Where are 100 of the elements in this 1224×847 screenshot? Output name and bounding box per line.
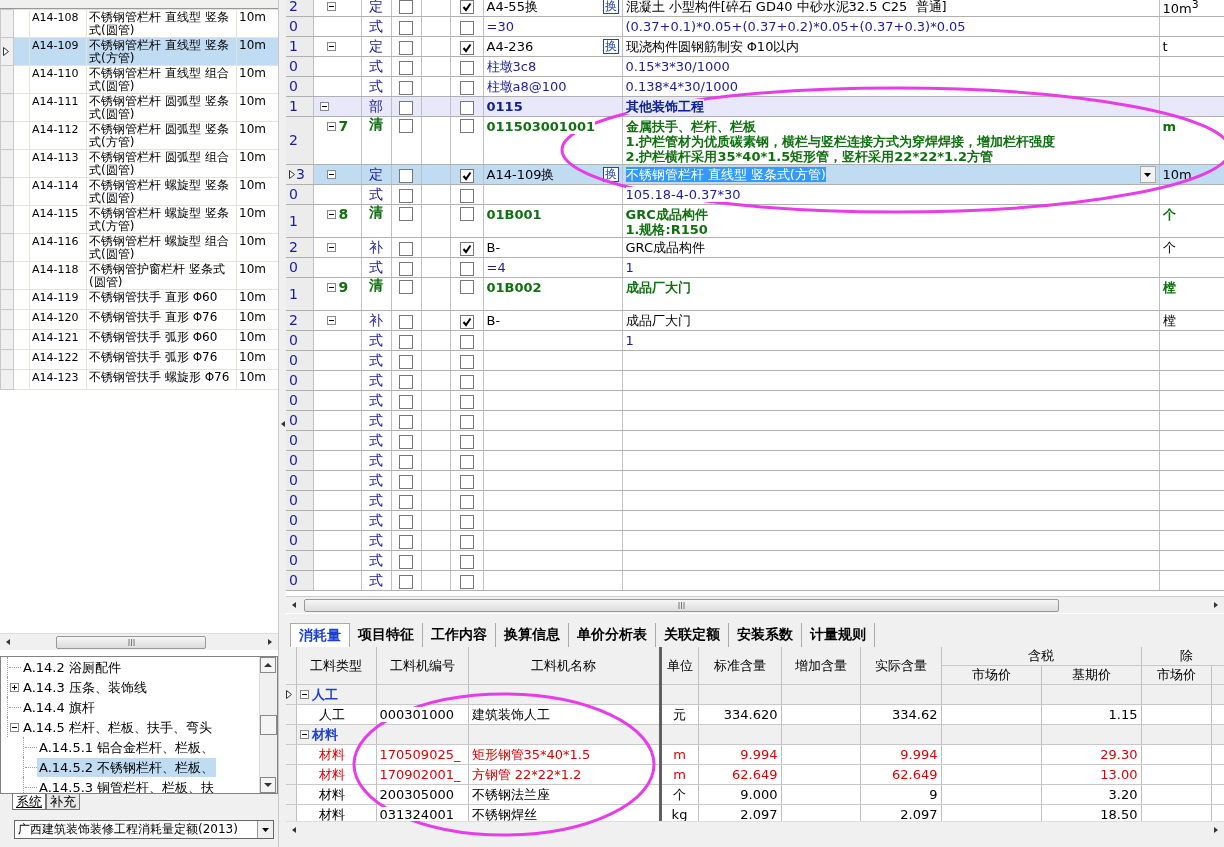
collapse-icon[interactable] <box>326 210 336 220</box>
table-cell[interactable]: m <box>1162 119 1177 135</box>
table-cell[interactable]: A14-120 <box>29 309 87 330</box>
column-header[interactable]: 工料类型 <box>296 647 376 685</box>
table-cell[interactable]: 不锈钢管护窗栏杆 竖条式(圆管) <box>86 261 237 290</box>
checkbox[interactable] <box>459 494 474 509</box>
checkbox[interactable] <box>459 574 474 589</box>
table-cell[interactable]: 混凝土 小型构件[碎石 GD40 中砂水泥32.5 C25 普通] <box>625 0 947 15</box>
table-cell[interactable]: A14-116 <box>29 233 87 262</box>
tree-item[interactable]: A.14.5.1 铝合金栏杆、栏板、 <box>37 737 217 757</box>
checkbox[interactable] <box>459 0 474 15</box>
checkbox[interactable] <box>459 188 474 203</box>
tree-item[interactable]: A.14.5.2 不锈钢栏杆、栏板、 <box>37 757 217 777</box>
conversion-badge[interactable]: 换 <box>602 39 619 55</box>
table-cell[interactable]: 金属扶手、栏杆、栏板 1.护栏管材为优质碳素钢，横栏与竖栏连接方式为穿焊焊接，增加栏杆强度 2.护栏横杆采用35*40*1.5矩形管，竖杆采用22*22*1.2方管 <box>625 119 1056 164</box>
checkbox[interactable] <box>459 80 474 95</box>
row-header[interactable]: 0 <box>286 56 313 77</box>
collapse-icon[interactable] <box>326 316 336 326</box>
table-cell[interactable]: A14-122 <box>29 349 87 370</box>
table-cell[interactable]: 现浇构件圆钢筋制安 Φ10以内 <box>625 39 800 55</box>
horizontal-scrollbar[interactable] <box>286 596 1224 613</box>
tree-item[interactable]: A.14.2 浴厕配件 <box>21 657 123 677</box>
row-header[interactable]: 0 <box>286 450 313 471</box>
checkbox[interactable] <box>399 241 413 256</box>
table-cell[interactable]: A4-55换 <box>486 0 538 15</box>
table-cell[interactable]: A14-109换 <box>486 167 555 183</box>
checkbox[interactable] <box>399 374 413 389</box>
table-cell[interactable]: 不锈钢管栏杆 螺旋型 组合式(圆管) <box>86 233 237 262</box>
table-cell[interactable]: 不锈钢管扶手 弧形 Φ60 <box>86 329 237 350</box>
tab[interactable]: 系统 <box>12 794 46 810</box>
table-cell[interactable]: 樘 <box>1162 313 1176 329</box>
collapse-icon[interactable] <box>326 243 336 253</box>
checkbox[interactable] <box>399 168 413 183</box>
row-header[interactable]: 1 <box>286 36 313 57</box>
row-header[interactable]: 3 <box>286 164 313 185</box>
row-header[interactable]: 0 <box>286 184 313 205</box>
checkbox[interactable] <box>399 454 413 469</box>
checkbox[interactable] <box>399 206 413 221</box>
checkbox[interactable] <box>459 354 474 369</box>
collapse-icon[interactable] <box>299 730 309 739</box>
row-header[interactable]: 1 <box>286 277 313 311</box>
row-header[interactable]: 0 <box>286 76 313 97</box>
library-dropdown[interactable]: 广西建筑装饰装修工程消耗量定额(2013) <box>14 820 274 839</box>
collapse-icon[interactable] <box>326 2 336 12</box>
checkbox[interactable] <box>399 334 413 349</box>
table-cell[interactable]: A14-115 <box>29 205 87 234</box>
table-cell[interactable]: 樘 <box>1162 280 1176 296</box>
horizontal-scrollbar[interactable] <box>0 633 278 650</box>
table-cell[interactable]: t <box>1162 39 1168 55</box>
scrollbar-thumb[interactable] <box>304 598 1059 612</box>
row-header[interactable]: 0 <box>286 410 313 431</box>
row-header[interactable]: 0 <box>286 430 313 451</box>
column-group-header[interactable]: 含税 <box>941 647 1141 666</box>
checkbox[interactable] <box>399 514 413 529</box>
tree-item[interactable]: A.14.4 旗杆 <box>21 697 97 717</box>
dropdown-button[interactable] <box>1139 166 1156 184</box>
table-cell[interactable]: 不锈钢管栏杆 圆弧型 组合式(圆管) <box>86 149 237 178</box>
table-cell[interactable]: 个 <box>1162 240 1176 256</box>
table-cell[interactable]: 不锈钢管扶手 直形 Φ76 <box>86 309 237 330</box>
checkbox[interactable] <box>399 394 413 409</box>
table-cell[interactable]: 柱墩a8@100 <box>486 79 567 95</box>
checkbox[interactable] <box>459 514 474 529</box>
table-cell[interactable]: 柱墩3c8 <box>486 59 537 75</box>
table-cell[interactable]: A14-108 <box>29 9 87 38</box>
table-cell[interactable]: 011503001001 <box>486 119 596 135</box>
checkbox[interactable] <box>459 241 474 256</box>
row-header[interactable]: 0 <box>286 490 313 511</box>
table-cell[interactable]: 不锈钢管扶手 弧形 Φ76 <box>86 349 237 370</box>
column-group-header[interactable]: 除 <box>1141 647 1224 666</box>
table-cell[interactable]: 105.18-4-0.37*30 <box>625 187 741 203</box>
table-cell[interactable]: A14-111 <box>29 93 87 122</box>
row-header[interactable]: 2 <box>286 310 313 331</box>
column-header[interactable]: 标准含量 <box>698 647 781 685</box>
checkbox[interactable] <box>399 118 413 133</box>
collapse-icon[interactable] <box>326 42 336 52</box>
row-header[interactable]: 2 <box>286 0 313 17</box>
column-header[interactable]: 工料机编号 <box>376 647 468 685</box>
row-header[interactable]: 0 <box>286 550 313 571</box>
checkbox[interactable] <box>399 100 413 115</box>
row-header[interactable]: 0 <box>286 16 313 37</box>
row-header[interactable]: 0 <box>286 390 313 411</box>
checkbox[interactable] <box>459 554 474 569</box>
table-cell[interactable]: 10m$^{3}$ <box>1162 1 1199 16</box>
row-header[interactable] <box>286 684 296 705</box>
checkbox[interactable] <box>399 261 413 276</box>
tree-item[interactable]: A.14.3 压条、装饰线 <box>21 677 149 697</box>
table-cell[interactable]: 0.15*3*30/1000 <box>625 59 730 75</box>
collapse-icon[interactable] <box>326 170 336 180</box>
checkbox[interactable] <box>399 279 413 294</box>
collapse-icon[interactable] <box>326 283 336 293</box>
checkbox[interactable] <box>399 494 413 509</box>
table-cell[interactable]: 不锈钢管扶手 螺旋形 Φ76 <box>86 369 237 390</box>
collapse-icon[interactable] <box>319 102 329 112</box>
tab[interactable]: 消耗量 <box>290 623 350 647</box>
table-cell[interactable]: A14-110 <box>29 65 87 94</box>
checkbox[interactable] <box>459 261 474 276</box>
table-cell[interactable]: 不锈钢管栏杆 直线型 竖条式(方管) <box>86 37 237 66</box>
row-header[interactable] <box>0 37 14 66</box>
row-header[interactable]: 0 <box>286 370 313 391</box>
row-header[interactable]: 2 <box>286 116 313 165</box>
